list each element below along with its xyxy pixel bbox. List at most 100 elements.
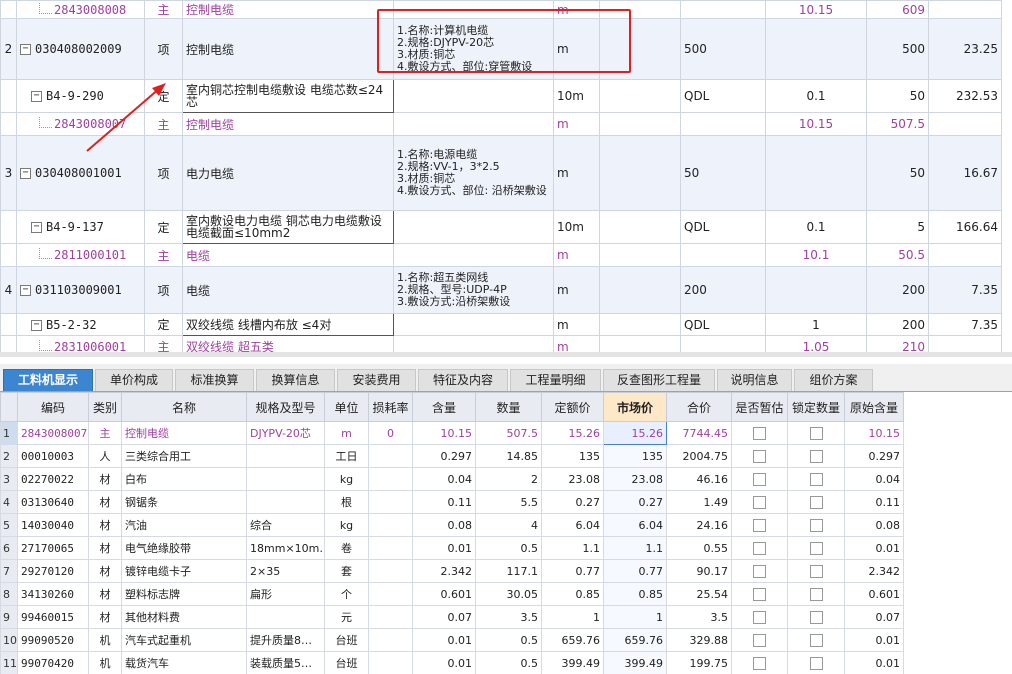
item-category-cell[interactable]: 项 <box>144 266 183 314</box>
loss-rate-cell[interactable] <box>368 444 413 468</box>
row-index-cell[interactable] <box>0 112 17 136</box>
unit-cell[interactable]: 台班 <box>324 628 369 652</box>
row-index-cell[interactable]: 3 <box>0 135 17 211</box>
code-cell[interactable]: 02270022 <box>17 467 89 491</box>
quantity-cell[interactable]: 117.1 <box>475 559 542 583</box>
code-cell[interactable]: 00010003 <box>17 444 89 468</box>
row-index-cell[interactable] <box>0 79 17 113</box>
loss-rate-cell[interactable] <box>368 467 413 491</box>
loss-rate-cell[interactable] <box>368 490 413 514</box>
lock-quantity-cell[interactable] <box>787 421 845 445</box>
quantity-cell[interactable]: 0.5 <box>475 536 542 560</box>
item-name-cell[interactable]: 电缆 <box>182 266 394 314</box>
is-provisional-cell[interactable] <box>731 467 788 491</box>
code-cell[interactable]: 2843008007 <box>17 421 89 445</box>
content-ratio-cell[interactable] <box>765 266 867 314</box>
bill-row-quota[interactable]: − B4-9-290 定 室内铜芯控制电缆敷设 电缆芯数≤24芯 10m QDL 0.1 50… <box>0 79 1002 113</box>
bill-row-mat[interactable]: 2843008007 主 控制电缆 m 10.15 507.5 <box>0 112 1002 136</box>
quantity-expression-value-cell[interactable]: QDL <box>680 79 766 113</box>
content-ratio-cell[interactable]: 1 <box>765 313 867 336</box>
collapse-toggle-icon[interactable]: − <box>31 91 42 102</box>
resource-row[interactable]: 5 14030040 材 汽油 综合 kg 0.08 4 6.04 6.04 24.16 0.08 <box>0 513 904 537</box>
is-provisional-checkbox[interactable] <box>753 564 766 578</box>
lock-quantity-checkbox[interactable] <box>809 587 823 601</box>
collapse-toggle-icon[interactable]: − <box>20 44 31 55</box>
bill-row-main[interactable]: 4−031103009001 项 电缆 1.名称:超五类网线 2.规格、型号:UDP-… <box>0 266 1002 314</box>
item-features-cell[interactable] <box>393 243 554 267</box>
corner-cell[interactable]: 4 <box>0 490 18 514</box>
original-content-cell[interactable]: 0.11 <box>844 490 904 514</box>
item-code-cell[interactable]: − B5-2-32 <box>16 313 145 336</box>
is-provisional-cell[interactable] <box>731 444 788 468</box>
resource-row[interactable]: 4 03130640 材 钢锯条 根 0.11 5.5 0.27 0.27 1.49 0.11 <box>0 490 904 514</box>
unit-price-cell[interactable]: 7.35 <box>928 313 1002 336</box>
is-provisional-checkbox[interactable] <box>753 610 766 624</box>
unit-price-cell[interactable]: 16.67 <box>928 135 1002 211</box>
market-price-cell[interactable]: 1.1 <box>603 536 667 560</box>
bill-items-grid[interactable]: 2843008008 主控制电缆 m 10.15 609 2−030408002009 项控… <box>0 0 1012 357</box>
quantity-expression-cell[interactable] <box>599 313 681 336</box>
quantity-expression-value-cell[interactable]: 500 <box>680 18 766 80</box>
is-provisional-cell[interactable] <box>731 490 788 514</box>
lock-quantity-cell[interactable] <box>787 490 845 514</box>
unit-price-cell[interactable] <box>928 243 1002 267</box>
resource-grid[interactable]: 编码 类别 名称 规格及型号 单位 损耗率 含量 数量 定额价 市场价 合价 是否暂估 锁定数量 原始含量… <box>0 392 1012 674</box>
item-features-cell[interactable] <box>393 79 554 113</box>
lock-quantity-cell[interactable] <box>787 444 845 468</box>
unit-price-cell[interactable]: 232.53 <box>928 79 1002 113</box>
quantity-cell[interactable]: 0.5 <box>475 651 542 674</box>
is-provisional-checkbox[interactable] <box>753 426 766 440</box>
total-price-cell[interactable]: 90.17 <box>666 559 732 583</box>
original-content-cell[interactable]: 0.07 <box>844 605 904 629</box>
header-unit[interactable]: 单位 <box>324 392 369 422</box>
tab-conversion-info[interactable]: 换算信息 <box>256 369 335 391</box>
content-cell[interactable]: 0.08 <box>412 513 476 537</box>
quantity-cell[interactable]: 5.5 <box>475 490 542 514</box>
header-spec[interactable]: 规格及型号 <box>246 392 325 422</box>
spec-cell[interactable] <box>246 490 325 514</box>
item-unit-cell[interactable]: m <box>553 135 600 211</box>
quantity-cell[interactable]: 4 <box>475 513 542 537</box>
item-features-cell[interactable] <box>393 210 554 244</box>
tab-labor-material-machine[interactable]: 工料机显示 <box>3 369 93 391</box>
quantity-cell[interactable]: 30.05 <box>475 582 542 606</box>
name-cell[interactable]: 控制电缆 <box>121 421 247 445</box>
is-provisional-checkbox[interactable] <box>753 656 766 670</box>
lock-quantity-cell[interactable] <box>787 513 845 537</box>
category-cell[interactable]: 机 <box>88 651 122 674</box>
item-features-cell[interactable] <box>393 313 554 336</box>
item-unit-cell[interactable]: 10m <box>553 79 600 113</box>
item-unit-cell[interactable]: m <box>553 313 600 336</box>
item-code-cell[interactable]: 2811000101 <box>16 243 145 267</box>
total-price-cell[interactable]: 24.16 <box>666 513 732 537</box>
quantity-expression-cell[interactable] <box>599 266 681 314</box>
content-cell[interactable]: 0.04 <box>412 467 476 491</box>
header-content[interactable]: 含量 <box>412 392 476 422</box>
item-name-cell[interactable]: 室内铜芯控制电缆敷设 电缆芯数≤24芯 <box>182 79 394 113</box>
item-category-cell[interactable]: 定 <box>144 210 183 244</box>
bill-row-main[interactable]: 3−030408001001 项 电力电缆 1.名称:电源电缆 2.规格:VV-1，3… <box>0 135 1002 211</box>
quantity-cell[interactable]: 50 <box>866 79 929 113</box>
market-price-cell[interactable]: 6.04 <box>603 513 667 537</box>
lock-quantity-cell[interactable] <box>787 651 845 674</box>
item-category-cell[interactable]: 主 <box>144 243 183 267</box>
lock-quantity-checkbox[interactable] <box>809 426 823 440</box>
content-cell[interactable]: 0.01 <box>412 536 476 560</box>
market-price-cell[interactable]: 0.77 <box>603 559 667 583</box>
name-cell[interactable]: 钢锯条 <box>121 490 247 514</box>
lock-quantity-cell[interactable] <box>787 559 845 583</box>
loss-rate-cell[interactable] <box>368 651 413 674</box>
spec-cell[interactable] <box>246 444 325 468</box>
lock-quantity-cell[interactable] <box>787 582 845 606</box>
item-features-cell[interactable] <box>393 112 554 136</box>
bill-row-quota[interactable]: − B4-9-137 定 室内敷设电力电缆 铜芯电力电缆敷设 电缆截面≤10mm2 10… <box>0 210 1002 244</box>
lock-quantity-checkbox[interactable] <box>809 449 823 463</box>
name-cell[interactable]: 汽油 <box>121 513 247 537</box>
loss-rate-cell[interactable] <box>368 628 413 652</box>
lock-quantity-checkbox[interactable] <box>809 541 823 555</box>
is-provisional-cell[interactable] <box>731 651 788 674</box>
market-price-cell[interactable]: 1 <box>603 605 667 629</box>
item-code-cell[interactable]: − B4-9-137 <box>16 210 145 244</box>
corner-cell[interactable]: 11 <box>0 651 18 674</box>
header-market-price[interactable]: 市场价 <box>603 392 667 422</box>
